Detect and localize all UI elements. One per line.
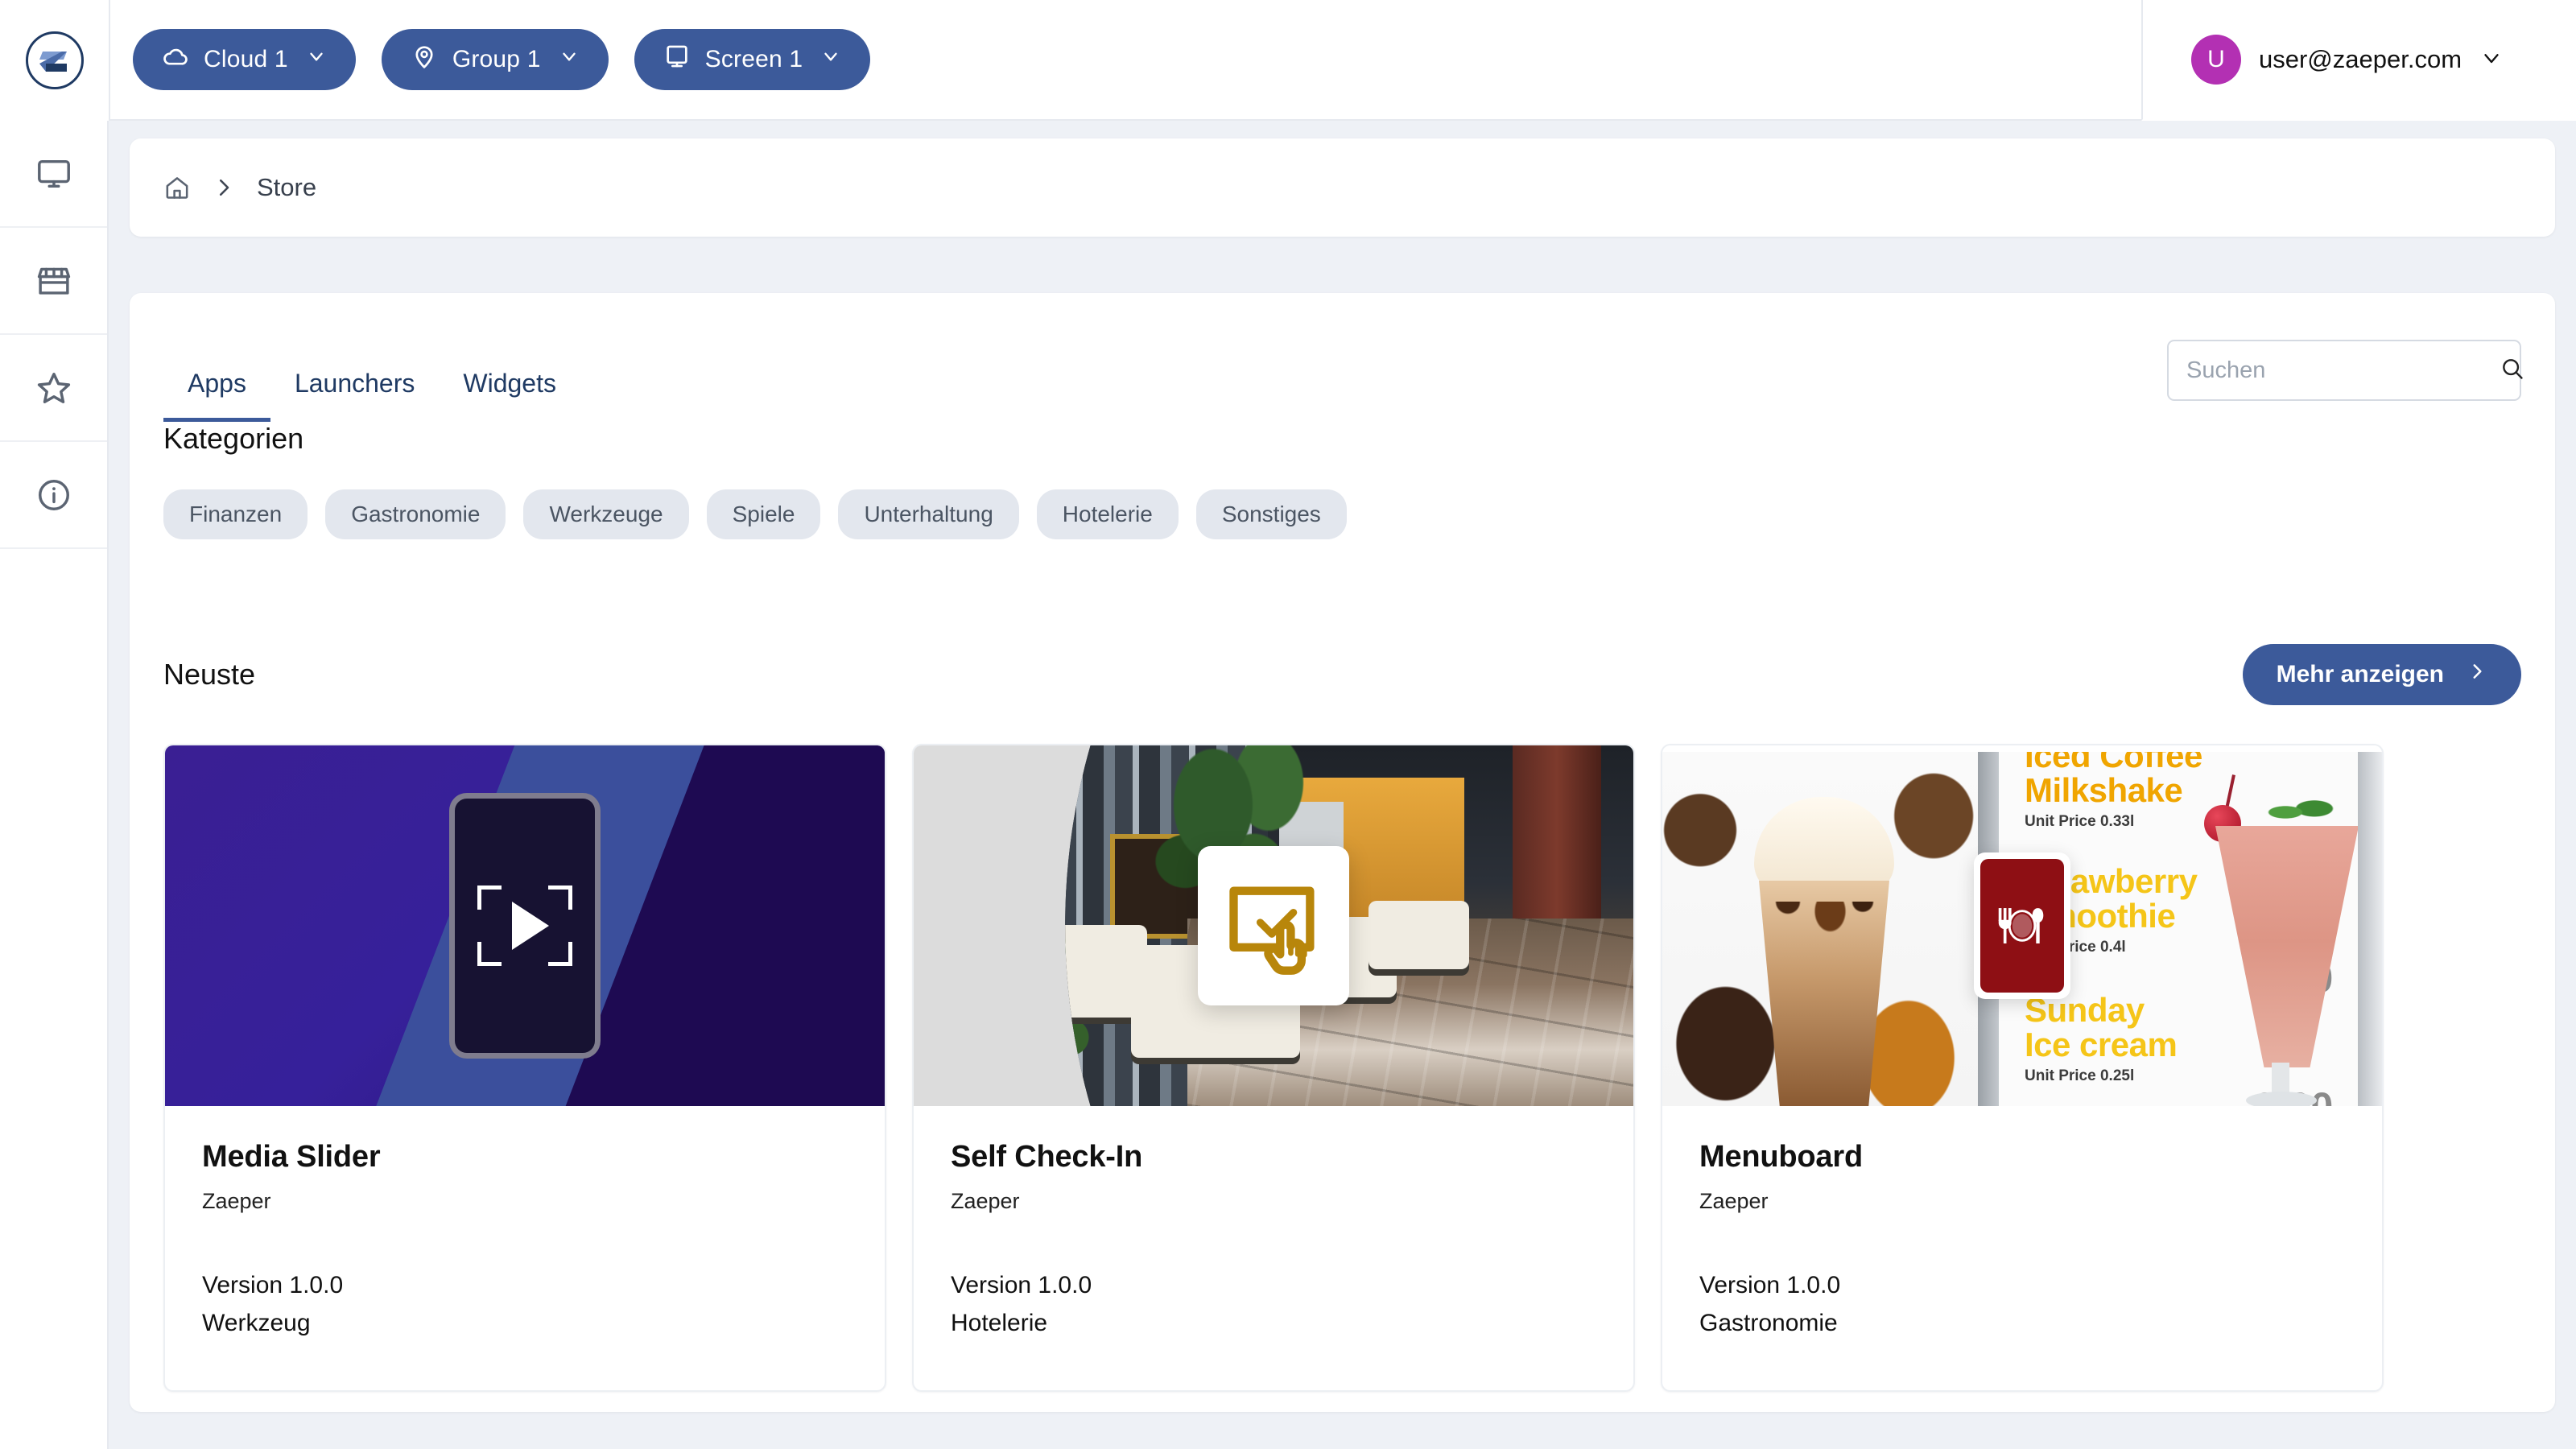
category-chip-gastronomie[interactable]: Gastronomie (325, 489, 506, 539)
search-input[interactable] (2186, 357, 2490, 384)
app-version: Version 1.0.0 (202, 1267, 848, 1305)
latest-section: Neuste Mehr anzeigen (130, 644, 2555, 1392)
latest-header: Neuste Mehr anzeigen (163, 644, 2521, 705)
category-chip-sonstiges[interactable]: Sonstiges (1196, 489, 1347, 539)
chevron-down-icon (559, 46, 580, 73)
tab-launchers-label: Launchers (295, 369, 415, 398)
sidebar-item-screens[interactable] (0, 121, 107, 228)
app-version: Version 1.0.0 (1699, 1267, 2345, 1305)
screen-selector-label: Screen 1 (705, 46, 803, 73)
restaurant-cutlery-icon (1974, 852, 2070, 999)
cloud-selector-label: Cloud 1 (204, 46, 288, 73)
chevron-down-icon (306, 46, 327, 73)
app-version: Version 1.0.0 (951, 1267, 1596, 1305)
group-selector[interactable]: Group 1 (382, 29, 609, 90)
app-title: Self Check-In (951, 1140, 1596, 1174)
show-more-button[interactable]: Mehr anzeigen (2243, 644, 2521, 705)
app-category: Werkzeug (202, 1305, 848, 1343)
store-panel: Apps Launchers Widgets Kategorien (130, 293, 2555, 1412)
show-more-label: Mehr anzeigen (2277, 661, 2444, 688)
app-card-media-slider[interactable]: Media Slider Zaeper Version 1.0.0 Werkze… (163, 744, 886, 1392)
menu-item-name-1a: Iced Coffee (2025, 752, 2202, 774)
tab-list: Apps Launchers Widgets (163, 293, 580, 422)
app-card-menuboard[interactable]: Iced Coffee Milkshake Unit Price 0.33l 3… (1661, 744, 2384, 1392)
menu-item-unit-1: Unit Price 0.33l (2025, 813, 2202, 831)
self-checkin-thumbnail (914, 745, 1633, 1106)
home-icon[interactable] (163, 174, 191, 201)
menu-item-name-3b: Ice cream (2025, 1028, 2177, 1063)
app-vendor: Zaeper (951, 1189, 1596, 1214)
info-circle-icon (35, 477, 72, 514)
screen-selector[interactable]: Screen 1 (634, 29, 871, 90)
category-chip-unterhaltung[interactable]: Unterhaltung (838, 489, 1018, 539)
storefront-icon (35, 262, 72, 299)
search-box[interactable] (2167, 340, 2521, 401)
tab-apps[interactable]: Apps (163, 369, 270, 422)
category-chip-spiele[interactable]: Spiele (707, 489, 821, 539)
chevron-right-icon (212, 175, 236, 200)
app-card-list: Media Slider Zaeper Version 1.0.0 Werkze… (163, 744, 2521, 1392)
app-title: Menuboard (1699, 1140, 2345, 1174)
app-category: Gastronomie (1699, 1305, 2345, 1343)
cloud-icon (162, 43, 189, 76)
media-slider-thumbnail (165, 745, 885, 1106)
sidebar-item-info[interactable] (0, 442, 107, 549)
app-logo[interactable] (0, 0, 109, 121)
latest-title: Neuste (163, 658, 255, 691)
chevron-down-icon (820, 46, 841, 73)
menu-item-name-1b: Milkshake (2025, 774, 2202, 808)
sidebar (0, 121, 109, 1449)
app-vendor: Zaeper (1699, 1189, 2345, 1214)
panel-header: Apps Launchers Widgets (130, 293, 2555, 422)
tab-widgets-label: Widgets (463, 369, 556, 398)
user-email: user@zaeper.com (2259, 45, 2462, 74)
top-bar: Cloud 1 Group 1 (0, 0, 2576, 121)
categories-title: Kategorien (163, 422, 2521, 456)
app-title: Media Slider (202, 1140, 848, 1174)
context-selectors: Cloud 1 Group 1 (109, 0, 2141, 121)
app-vendor: Zaeper (202, 1189, 848, 1214)
category-chip-werkzeuge[interactable]: Werkzeuge (523, 489, 688, 539)
location-pin-icon (411, 43, 438, 76)
user-menu[interactable]: U user@zaeper.com (2141, 0, 2576, 121)
play-preview-icon (449, 793, 601, 1059)
cloud-selector[interactable]: Cloud 1 (133, 29, 356, 90)
monitor-icon (663, 43, 691, 76)
search-icon[interactable] (2500, 356, 2525, 386)
category-chip-list: Finanzen Gastronomie Werkzeuge Spiele Un… (163, 489, 2521, 539)
breadcrumb-current[interactable]: Store (257, 173, 316, 202)
menu-item-unit-3: Unit Price 0.25l (2025, 1067, 2177, 1085)
category-chip-finanzen[interactable]: Finanzen (163, 489, 308, 539)
tab-apps-label: Apps (188, 369, 246, 398)
tab-widgets[interactable]: Widgets (439, 369, 580, 422)
tab-launchers[interactable]: Launchers (270, 369, 439, 422)
category-chip-hotelerie[interactable]: Hotelerie (1037, 489, 1179, 539)
monitor-icon (35, 155, 72, 192)
avatar: U (2191, 35, 2241, 85)
main-content: Store Apps Launchers Widgets (109, 121, 2576, 1449)
sidebar-item-favorites[interactable] (0, 335, 107, 442)
checkin-tablet-icon (1198, 846, 1349, 1005)
app-card-self-check-in[interactable]: Self Check-In Zaeper Version 1.0.0 Hotel… (912, 744, 1635, 1392)
zaeper-logo-icon (26, 31, 84, 89)
chevron-down-icon (2479, 46, 2504, 74)
app-category: Hotelerie (951, 1305, 1596, 1343)
star-icon (35, 369, 72, 407)
breadcrumb: Store (130, 138, 2555, 237)
group-selector-label: Group 1 (452, 46, 541, 73)
menuboard-thumbnail: Iced Coffee Milkshake Unit Price 0.33l 3… (1662, 745, 2382, 1106)
sidebar-item-store[interactable] (0, 228, 107, 335)
categories-section: Kategorien Finanzen Gastronomie Werkzeug… (130, 422, 2555, 539)
chevron-right-icon (2467, 661, 2487, 688)
